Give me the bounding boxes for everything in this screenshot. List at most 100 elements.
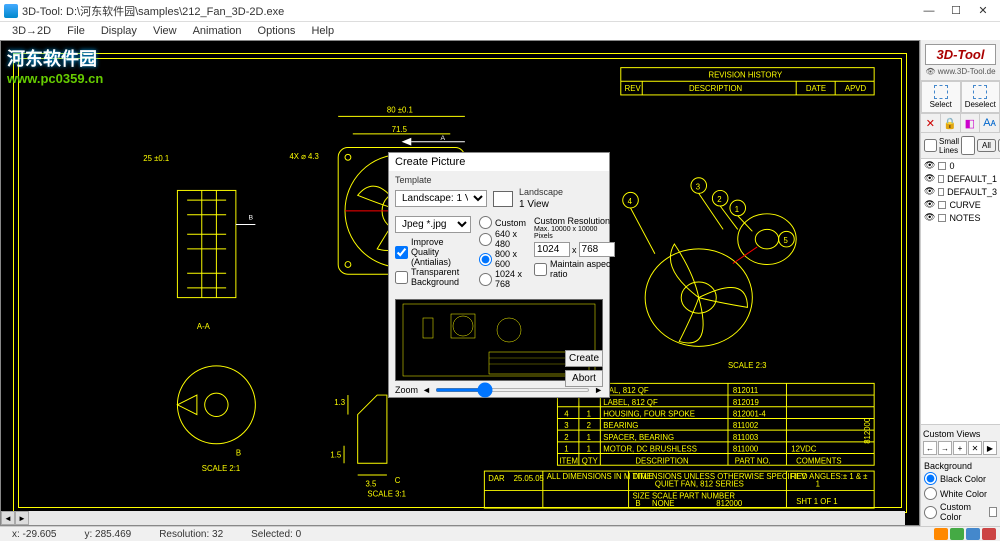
menu-3d-2d[interactable]: 3D→2D bbox=[4, 24, 59, 38]
svg-text:812000: 812000 bbox=[716, 499, 743, 508]
menubar: 3D→2D File Display View Animation Option… bbox=[0, 22, 1000, 40]
svg-text:A: A bbox=[441, 135, 446, 142]
tray-icon[interactable] bbox=[982, 528, 996, 540]
res-1024-radio[interactable]: 1024 x 768 bbox=[479, 269, 526, 289]
select-button[interactable]: Select bbox=[921, 81, 961, 113]
svg-text:COMMENTS: COMMENTS bbox=[796, 456, 841, 465]
view-prev-icon[interactable]: ← bbox=[923, 441, 937, 455]
format-select[interactable]: Jpeg *.jpg bbox=[395, 216, 471, 233]
landscape-label: Landscape bbox=[519, 187, 563, 197]
svg-text:PART NO.: PART NO. bbox=[735, 456, 771, 465]
svg-text:CAL, 812 QF: CAL, 812 QF bbox=[603, 386, 649, 395]
menu-view[interactable]: View bbox=[145, 24, 185, 38]
svg-text:1.3: 1.3 bbox=[334, 398, 345, 407]
bg-black-radio[interactable]: Black Color bbox=[924, 471, 997, 486]
lock-icon[interactable]: 🔒 bbox=[941, 114, 961, 132]
tray-icon[interactable] bbox=[934, 528, 948, 540]
svg-text:811002: 811002 bbox=[733, 421, 758, 430]
res-800-radio[interactable]: 800 x 600 bbox=[479, 249, 526, 269]
res-640-radio[interactable]: 640 x 480 bbox=[479, 229, 526, 249]
view-add-icon[interactable]: + bbox=[953, 441, 967, 455]
svg-text:TITLE: TITLE bbox=[632, 472, 653, 481]
svg-text:1.5: 1.5 bbox=[330, 450, 341, 459]
brand-logo: 3D-Tool bbox=[925, 44, 996, 65]
bg-white-radio[interactable]: White Color bbox=[924, 486, 997, 501]
svg-text:B: B bbox=[236, 448, 241, 457]
layer-item[interactable]: 👁0 bbox=[921, 159, 1000, 172]
svg-text:812011: 812011 bbox=[733, 386, 758, 395]
small-lines-checkbox[interactable] bbox=[924, 139, 937, 152]
view-next-icon[interactable]: → bbox=[938, 441, 952, 455]
svg-text:QTY: QTY bbox=[582, 456, 599, 465]
text-icon[interactable]: Aᴀ bbox=[980, 114, 1000, 132]
zoom-slider[interactable] bbox=[435, 388, 590, 392]
layer-item[interactable]: 👁CURVE bbox=[921, 198, 1000, 211]
horizontal-scrollbar[interactable]: ◄ ► bbox=[1, 511, 905, 525]
svg-text:DESCRIPTION: DESCRIPTION bbox=[689, 84, 742, 93]
statusbar: x: -29.605 y: 285.469 Resolution: 32 Sel… bbox=[0, 526, 1000, 541]
svg-text:REVISION HISTORY: REVISION HISTORY bbox=[708, 70, 782, 79]
status-x: x: -29.605 bbox=[4, 529, 64, 540]
minimize-button[interactable]: — bbox=[916, 2, 942, 20]
svg-text:ITEM: ITEM bbox=[559, 456, 578, 465]
svg-text:SCALE 2:3: SCALE 2:3 bbox=[728, 361, 767, 370]
view-del-icon[interactable]: ✕ bbox=[968, 441, 982, 455]
scroll-right-arrow[interactable]: ► bbox=[15, 511, 29, 525]
svg-text:NONE: NONE bbox=[652, 499, 674, 508]
bg-custom-radio[interactable]: Custom Color bbox=[924, 501, 997, 523]
menu-help[interactable]: Help bbox=[303, 24, 342, 38]
color-icon[interactable]: ◧ bbox=[961, 114, 981, 132]
transparent-bg-checkbox[interactable]: Transparent Background bbox=[395, 267, 471, 287]
tray-icon[interactable] bbox=[950, 528, 964, 540]
svg-text:812001-4: 812001-4 bbox=[733, 410, 767, 419]
svg-text:BEARING: BEARING bbox=[603, 421, 638, 430]
layer-item[interactable]: 👁DEFAULT_3 bbox=[921, 185, 1000, 198]
small-lines-value[interactable] bbox=[961, 136, 975, 155]
custom-res-label: Custom Resolution bbox=[534, 216, 615, 226]
layer-item[interactable]: 👁DEFAULT_1 bbox=[921, 172, 1000, 185]
custom-radio[interactable]: Custom bbox=[479, 216, 526, 229]
create-button[interactable]: Create bbox=[565, 350, 603, 367]
menu-animation[interactable]: Animation bbox=[185, 24, 250, 38]
svg-text:812019: 812019 bbox=[733, 398, 759, 407]
svg-text:1: 1 bbox=[587, 433, 591, 442]
tray-icon[interactable] bbox=[966, 528, 980, 540]
create-picture-dialog: Create Picture Template Landscape: 1 Vie… bbox=[388, 152, 610, 398]
deselect-button[interactable]: Deselect bbox=[961, 81, 1000, 113]
res-note: Max. 10000 x 10000 Pixels bbox=[534, 226, 615, 240]
zoom-left-arrow[interactable]: ◄ bbox=[422, 385, 431, 395]
view-play-icon[interactable]: ▶ bbox=[983, 441, 997, 455]
scroll-left-arrow[interactable]: ◄ bbox=[1, 511, 15, 525]
layer-item[interactable]: 👁NOTES bbox=[921, 211, 1000, 224]
maximize-button[interactable]: ☐ bbox=[943, 2, 969, 20]
svg-text:SPACER, BEARING: SPACER, BEARING bbox=[603, 433, 674, 442]
menu-file[interactable]: File bbox=[59, 24, 93, 38]
svg-text:QUIET FAN, 812 SERIES: QUIET FAN, 812 SERIES bbox=[655, 480, 744, 489]
landscape-value: 1 View bbox=[519, 199, 563, 210]
svg-text:REV: REV bbox=[625, 84, 642, 93]
abort-button[interactable]: Abort bbox=[565, 370, 603, 387]
svg-text:4: 4 bbox=[628, 197, 633, 206]
watermark: 河东软件园 www.pc0359.cn bbox=[7, 45, 103, 86]
svg-text:3: 3 bbox=[696, 182, 700, 191]
res-height-input[interactable] bbox=[579, 242, 615, 257]
svg-text:4X ⌀ 4.3: 4X ⌀ 4.3 bbox=[289, 152, 318, 161]
menu-display[interactable]: Display bbox=[93, 24, 145, 38]
res-width-input[interactable] bbox=[534, 242, 570, 257]
delete-icon[interactable]: ✕ bbox=[921, 114, 941, 132]
template-select[interactable]: Landscape: 1 View bbox=[395, 190, 487, 207]
svg-text:DATE: DATE bbox=[806, 84, 826, 93]
svg-text:2: 2 bbox=[587, 421, 591, 430]
aspect-checkbox[interactable]: Maintain aspect ratio bbox=[534, 259, 615, 279]
svg-text:25 ±0.1: 25 ±0.1 bbox=[143, 154, 169, 163]
svg-text:4: 4 bbox=[564, 410, 569, 419]
all-button[interactable]: All bbox=[977, 139, 996, 152]
menu-options[interactable]: Options bbox=[250, 24, 304, 38]
svg-text:3: 3 bbox=[564, 421, 568, 430]
improve-quality-checkbox[interactable]: Improve Quality (Antialias) bbox=[395, 237, 471, 267]
status-y: y: 285.469 bbox=[76, 529, 139, 540]
svg-text:SCALE 3:1: SCALE 3:1 bbox=[367, 489, 406, 498]
close-button[interactable]: ✕ bbox=[970, 2, 996, 20]
layer-list[interactable]: 👁0 👁DEFAULT_1 👁DEFAULT_3 👁CURVE 👁NOTES bbox=[921, 158, 1000, 424]
window-title: 3D-Tool: D:\河东软件园\samples\212_Fan_3D-2D.… bbox=[22, 3, 916, 19]
